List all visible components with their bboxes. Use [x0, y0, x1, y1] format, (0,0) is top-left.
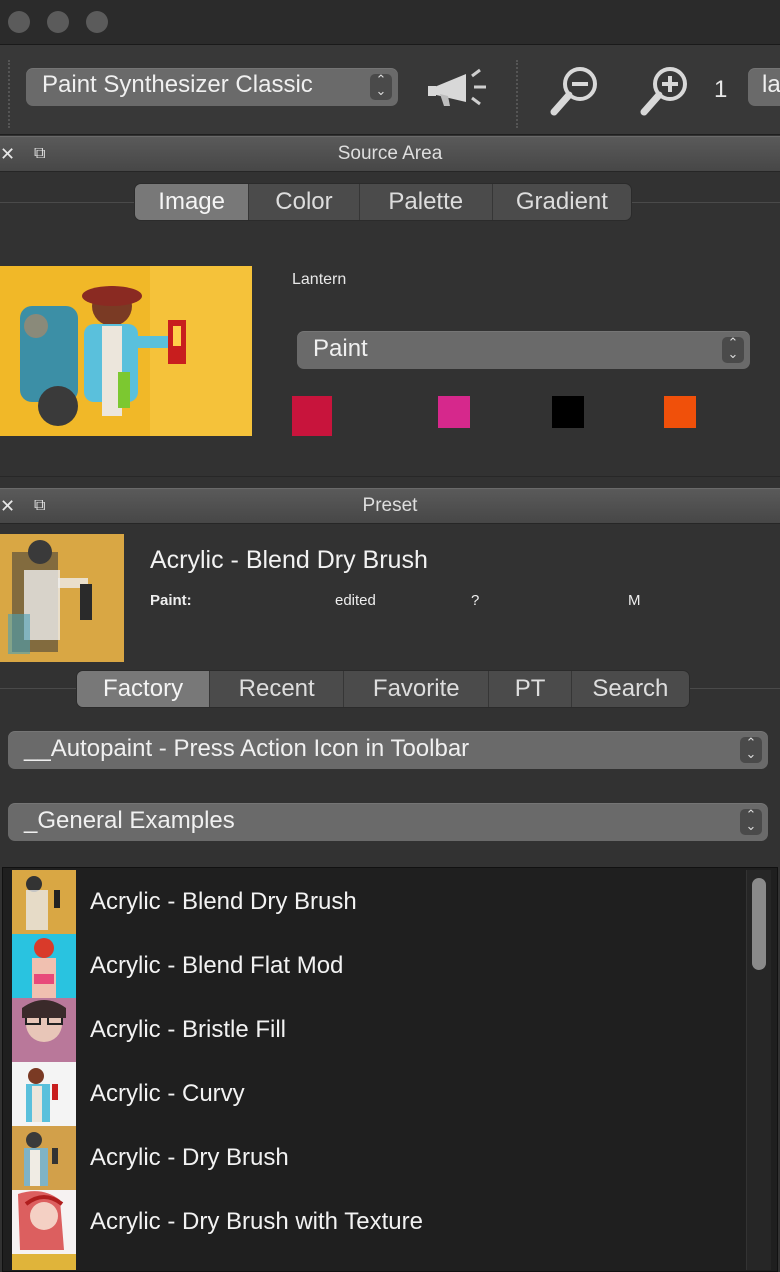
- preset-header: ✕ ⧉ Preset: [0, 488, 780, 524]
- select-stepper-icon: ⌃ ⌄: [740, 808, 762, 835]
- preset-size-indicator: M: [628, 592, 641, 609]
- toolbar-separator: [516, 60, 518, 128]
- color-swatch-3[interactable]: [552, 396, 584, 428]
- toolbar-separator: [8, 60, 10, 128]
- tab-factory[interactable]: Factory: [77, 671, 211, 707]
- paint-source-select[interactable]: Paint ⌃ ⌄: [297, 331, 750, 369]
- list-item-label: Acrylic - Curvy: [90, 1080, 245, 1107]
- subcategory-select-label: _General Examples: [24, 807, 235, 834]
- detach-panel-icon[interactable]: ⧉: [34, 489, 45, 523]
- preset-item-thumbnail: [12, 1062, 76, 1126]
- painter-select[interactable]: Paint Synthesizer Classic ⌃ ⌄: [26, 68, 398, 106]
- divider: [0, 688, 76, 689]
- preset-item-thumbnail: [12, 934, 76, 998]
- tab-pt[interactable]: PT: [489, 671, 572, 707]
- preset-item-thumbnail: [12, 870, 76, 934]
- paint-source-label: Paint: [313, 335, 368, 362]
- preset-item-thumbnail: [12, 1190, 76, 1254]
- select-stepper-icon: ⌃ ⌄: [370, 73, 392, 100]
- list-item[interactable]: Acrylic - Dry Brush with Texture: [12, 1190, 732, 1254]
- zoom-in-icon[interactable]: [638, 62, 694, 118]
- list-item[interactable]: [12, 1254, 732, 1270]
- list-item-label: Acrylic - Bristle Fill: [90, 1016, 286, 1043]
- preset-name: Acrylic - Blend Dry Brush: [150, 546, 428, 574]
- tab-image[interactable]: Image: [135, 184, 250, 220]
- preset-edited-status: edited: [335, 592, 376, 609]
- tab-palette[interactable]: Palette: [360, 184, 493, 220]
- divider: [0, 202, 134, 203]
- list-item-label: Acrylic - Dry Brush with Texture: [90, 1208, 423, 1235]
- source-image-name: Lantern: [292, 271, 347, 288]
- source-area-header: ✕ ⧉ Source Area: [0, 136, 780, 172]
- source-image-thumbnail[interactable]: [0, 266, 252, 436]
- close-panel-icon[interactable]: ✕: [0, 489, 15, 523]
- list-item[interactable]: Acrylic - Blend Dry Brush: [12, 870, 732, 934]
- preset-list-rows: Acrylic - Blend Dry Brush Acrylic - Blen…: [0, 870, 744, 1270]
- preset-thumbnail: [0, 534, 124, 662]
- layer-select[interactable]: la: [748, 68, 780, 106]
- zoom-window-button[interactable]: [86, 11, 108, 33]
- divider: [690, 688, 780, 689]
- preset-title: Preset: [362, 495, 418, 516]
- preset-meta-label: Paint:: [150, 592, 192, 609]
- minimize-window-button[interactable]: [47, 11, 69, 33]
- window-titlebar: [0, 0, 780, 45]
- list-item[interactable]: Acrylic - Curvy: [12, 1062, 732, 1126]
- tab-recent[interactable]: Recent: [210, 671, 345, 707]
- color-swatch-4[interactable]: [664, 396, 696, 428]
- tab-search[interactable]: Search: [572, 671, 689, 707]
- category-select-label: __Autopaint - Press Action Icon in Toolb…: [24, 735, 470, 762]
- subcategory-select[interactable]: _General Examples ⌃ ⌄: [8, 803, 768, 841]
- detach-panel-icon[interactable]: ⧉: [34, 137, 45, 171]
- close-panel-icon[interactable]: ✕: [0, 137, 15, 171]
- preset-item-thumbnail: [12, 1126, 76, 1190]
- tab-gradient[interactable]: Gradient: [493, 184, 631, 220]
- painter-select-label: Paint Synthesizer Classic: [42, 71, 313, 98]
- zoom-out-icon[interactable]: [548, 62, 604, 118]
- color-swatch-2[interactable]: [438, 396, 470, 428]
- layer-select-label: la: [762, 71, 780, 98]
- source-tabs: Image Color Palette Gradient: [134, 183, 632, 221]
- color-swatch-1[interactable]: [292, 396, 332, 436]
- tab-color[interactable]: Color: [249, 184, 360, 220]
- megaphone-icon[interactable]: [426, 66, 494, 110]
- list-scrollbar-thumb[interactable]: [752, 878, 766, 970]
- close-window-button[interactable]: [8, 11, 30, 33]
- select-stepper-icon: ⌃ ⌄: [740, 736, 762, 763]
- divider: [0, 476, 780, 477]
- preset-tabs: Factory Recent Favorite PT Search: [76, 670, 690, 708]
- preset-item-thumbnail: [12, 1254, 76, 1270]
- preset-item-thumbnail: [12, 998, 76, 1062]
- divider: [632, 202, 780, 203]
- list-item[interactable]: Acrylic - Blend Flat Mod: [12, 934, 732, 998]
- select-stepper-icon: ⌃ ⌄: [722, 336, 744, 363]
- category-select[interactable]: __Autopaint - Press Action Icon in Toolb…: [8, 731, 768, 769]
- list-item-label: Acrylic - Blend Dry Brush: [90, 888, 357, 915]
- list-item[interactable]: Acrylic - Bristle Fill: [12, 998, 732, 1062]
- list-item-label: Acrylic - Dry Brush: [90, 1144, 289, 1171]
- zoom-level: 1: [714, 76, 728, 103]
- tab-favorite[interactable]: Favorite: [344, 671, 490, 707]
- list-item-label: Acrylic - Blend Flat Mod: [90, 952, 344, 979]
- preset-help-icon[interactable]: ?: [471, 592, 479, 609]
- list-item[interactable]: Acrylic - Dry Brush: [12, 1126, 732, 1190]
- source-area-title: Source Area: [337, 143, 443, 164]
